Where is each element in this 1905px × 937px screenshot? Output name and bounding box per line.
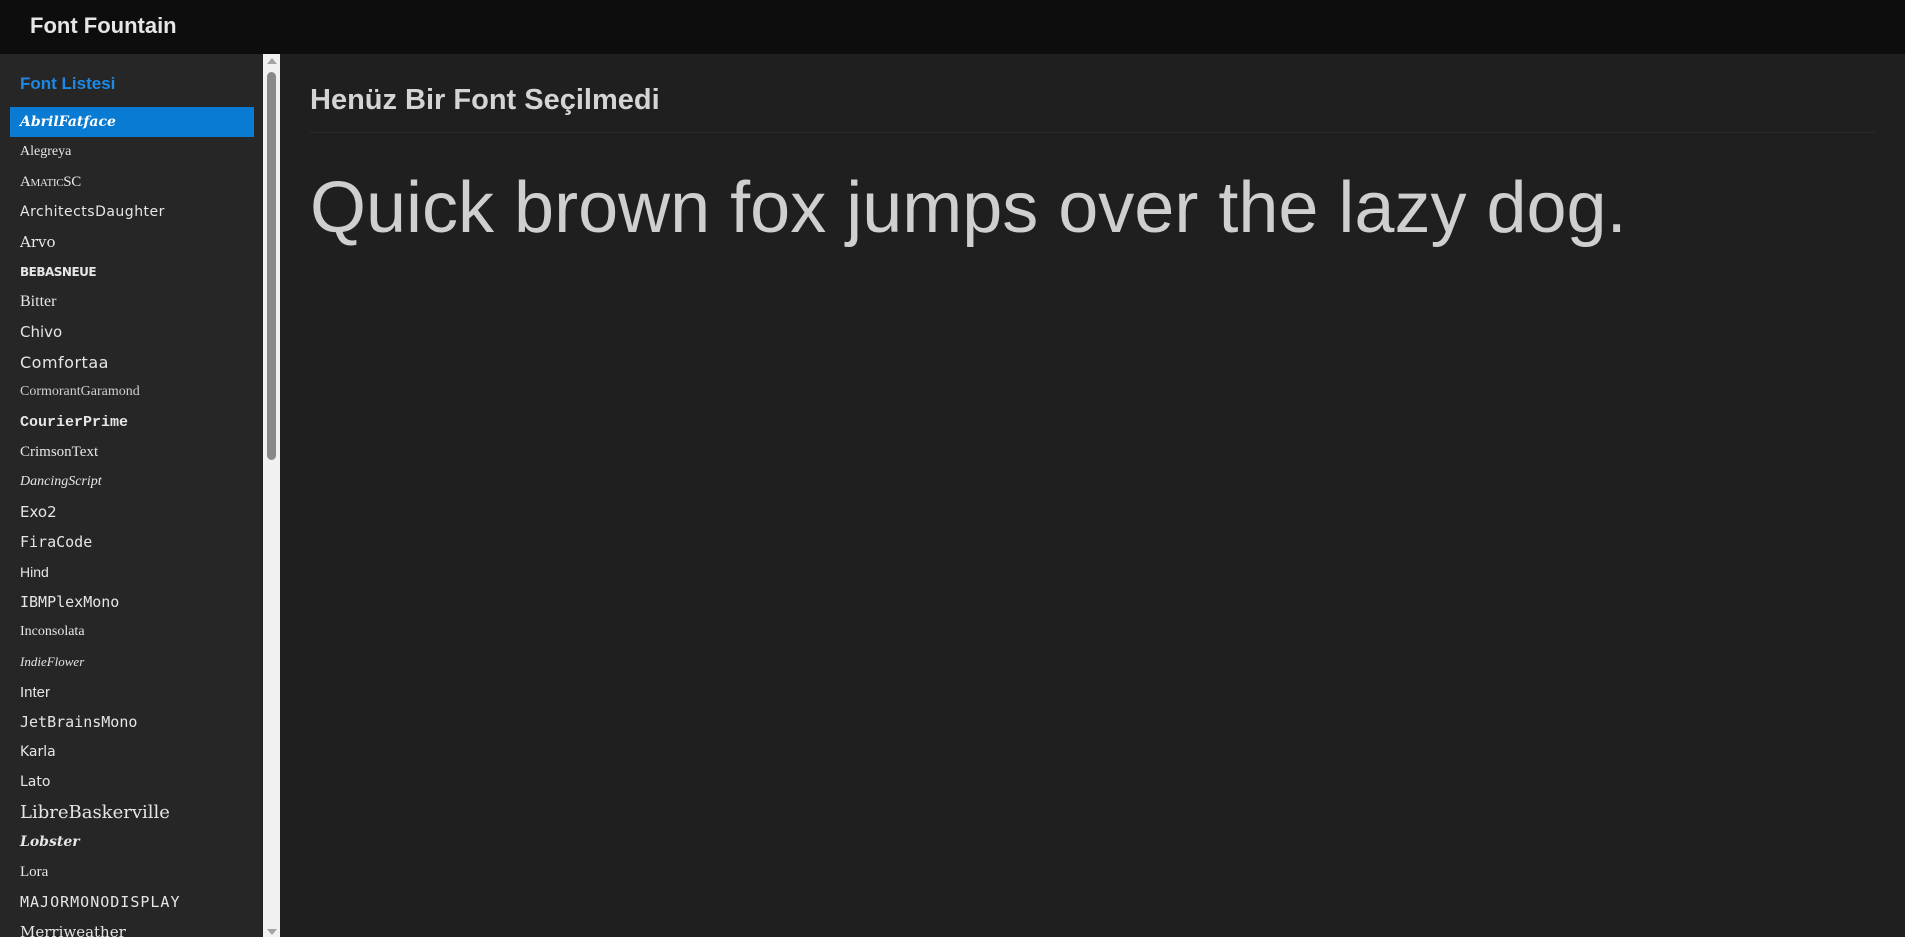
font-item-lobster[interactable]: Lobster (10, 827, 254, 857)
font-item-crimsontext[interactable]: CrimsonText (10, 437, 254, 467)
font-item-inter[interactable]: Inter (10, 677, 254, 707)
scroll-thumb[interactable] (267, 72, 276, 460)
font-item-chivo[interactable]: Chivo (10, 317, 254, 347)
font-item-courierprime[interactable]: CourierPrime (10, 407, 254, 437)
font-item-indieflower[interactable]: IndieFlower (10, 647, 254, 677)
font-item-alegreya[interactable]: Alegreya (10, 137, 254, 167)
font-item-bitter[interactable]: Bitter (10, 287, 254, 317)
app-title: Font Fountain (30, 13, 177, 38)
font-item-bebasneue[interactable]: BEBASNEUE (10, 257, 254, 287)
main-content: Henüz Bir Font Seçilmedi Quick brown fox… (280, 54, 1905, 937)
font-item-inconsolata[interactable]: Inconsolata (10, 617, 254, 647)
font-item-firacode[interactable]: FiraCode (10, 527, 254, 557)
font-preview-text: Quick brown fox jumps over the lazy dog. (310, 168, 1627, 248)
selected-font-heading: Henüz Bir Font Seçilmedi (310, 84, 1875, 133)
font-list: AbrilFatface Alegreya AmaticSC Architect… (10, 107, 254, 937)
font-item-majormonodisplay[interactable]: MAJORMONODISPLAY (10, 887, 254, 917)
font-item-merriweather[interactable]: Merriweather (10, 917, 254, 937)
font-item-cormorantgaramond[interactable]: CormorantGaramond (10, 377, 254, 407)
top-bar: Font Fountain (0, 0, 1905, 54)
font-item-amaticsc[interactable]: AmaticSC (10, 167, 254, 197)
font-item-comfortaa[interactable]: Comfortaa (10, 347, 254, 377)
font-item-librebaskerville[interactable]: LibreBaskerville (10, 797, 254, 827)
font-item-lato[interactable]: Lato (10, 767, 254, 797)
font-item-hind[interactable]: Hind (10, 557, 254, 587)
font-item-exo2[interactable]: Exo2 (10, 497, 254, 527)
scroll-up-arrow-icon[interactable] (267, 58, 277, 64)
sidebar-scrollbar[interactable] (263, 54, 280, 937)
font-item-jetbrainsmono[interactable]: JetBrainsMono (10, 707, 254, 737)
font-item-ibmplexmono[interactable]: IBMPlexMono (10, 587, 254, 617)
font-item-lora[interactable]: Lora (10, 857, 254, 887)
scroll-down-arrow-icon[interactable] (267, 929, 277, 935)
font-item-architectsdaughter[interactable]: ArchitectsDaughter (10, 197, 254, 227)
font-item-abrilfatface[interactable]: AbrilFatface (10, 107, 254, 137)
font-item-arvo[interactable]: Arvo (10, 227, 254, 257)
font-item-karla[interactable]: Karla (10, 737, 254, 767)
font-item-dancingscript[interactable]: DancingScript (10, 467, 254, 497)
sidebar-title: Font Listesi (20, 74, 116, 93)
sidebar: Font Listesi AbrilFatface Alegreya Amati… (0, 54, 263, 937)
